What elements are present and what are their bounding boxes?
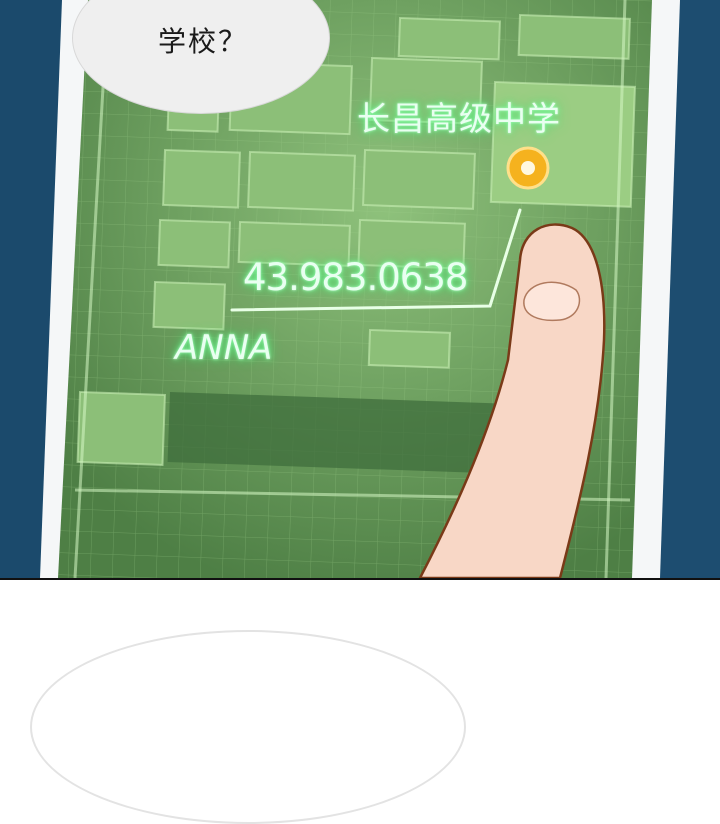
person-name-label: ANNA: [175, 328, 273, 368]
next-speech-bubble: [30, 630, 466, 824]
fingernail: [523, 281, 581, 322]
speech-text: 学校？: [158, 25, 249, 58]
location-pin-center: [521, 161, 535, 175]
comic-panel: 学校？ 长昌高级中学 43.983.0638 ANNA: [0, 0, 720, 580]
dark-block: [167, 391, 500, 474]
coordinates-label: 43.983.0638: [243, 256, 468, 299]
school-name-label: 长昌高级中学: [357, 99, 561, 138]
